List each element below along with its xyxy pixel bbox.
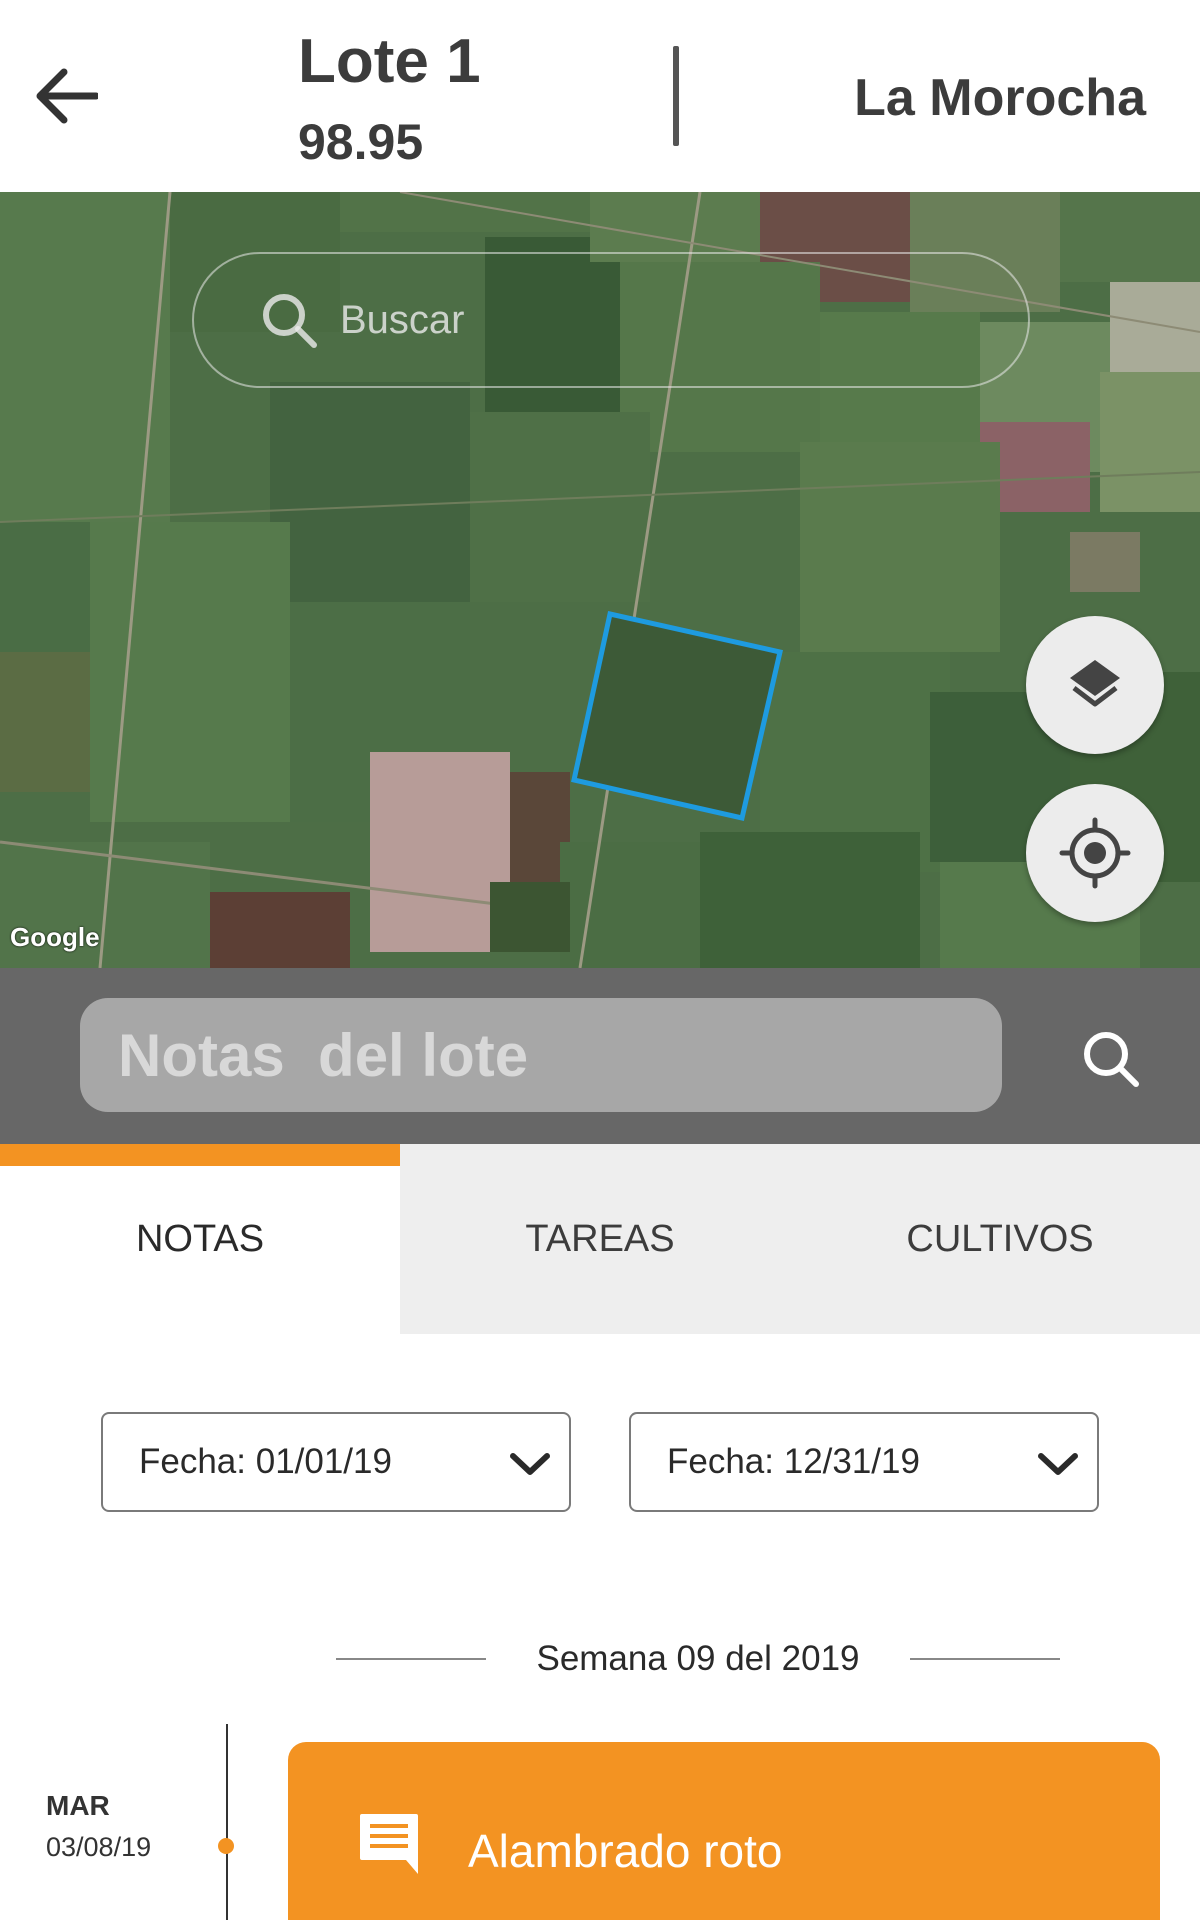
week-divider-left — [336, 1658, 486, 1660]
chevron-down-icon — [1038, 1453, 1078, 1475]
tab-notas[interactable]: NOTAS — [0, 1144, 400, 1334]
farm-name[interactable]: La Morocha — [854, 68, 1146, 128]
week-separator: Semana 09 del 2019 — [336, 1634, 1060, 1684]
date-to-select[interactable]: Fecha: 12/31/19 — [629, 1412, 1099, 1512]
lote-title: Lote 1 — [298, 27, 481, 96]
header-divider — [673, 46, 679, 146]
crosshair-location-icon — [1059, 817, 1131, 889]
week-divider-right — [909, 1658, 1060, 1660]
layers-button[interactable] — [1026, 616, 1164, 754]
map-search-input[interactable]: Buscar — [192, 252, 1030, 388]
notes-search-button[interactable] — [1076, 1024, 1146, 1094]
note-card[interactable]: Alambrado roto — [288, 1742, 1160, 1920]
arrow-left-icon — [36, 68, 98, 124]
my-location-button[interactable] — [1026, 784, 1164, 922]
section-tabs: NOTAS TAREAS CULTIVOS — [0, 1144, 1200, 1334]
search-icon — [1084, 1032, 1139, 1087]
chevron-down-icon — [510, 1453, 550, 1475]
entry-day: MAR — [46, 1790, 110, 1821]
app-header: Lote 1 98.95 La Morocha — [0, 0, 1200, 192]
notes-search-input[interactable]: Notas del lote — [80, 998, 1002, 1112]
notes-search-placeholder: Notas del lote — [118, 1021, 529, 1089]
tab-cultivos[interactable]: CULTIVOS — [800, 1144, 1200, 1334]
search-icon — [263, 294, 317, 348]
note-title: Alambrado roto — [468, 1825, 783, 1877]
back-button[interactable] — [28, 58, 104, 134]
week-label: Semana 09 del 2019 — [536, 1639, 860, 1678]
timeline-dot — [218, 1838, 234, 1854]
notes-search-bar: Notas del lote — [0, 968, 1200, 1144]
lote-area: 98.95 — [298, 114, 424, 170]
google-attribution: Google — [10, 922, 100, 952]
timeline-line — [226, 1724, 228, 1920]
date-to-value: Fecha: 12/31/19 — [667, 1442, 920, 1481]
date-from-value: Fecha: 01/01/19 — [139, 1442, 392, 1481]
map-search-placeholder: Buscar — [340, 297, 465, 342]
layers-icon — [1070, 660, 1120, 707]
tab-tareas[interactable]: TAREAS — [400, 1144, 800, 1334]
entry-date: 03/08/19 — [46, 1832, 152, 1862]
comment-icon — [360, 1814, 418, 1874]
date-from-select[interactable]: Fecha: 01/01/19 — [101, 1412, 571, 1512]
satellite-map[interactable]: Buscar Google — [0, 192, 1200, 968]
